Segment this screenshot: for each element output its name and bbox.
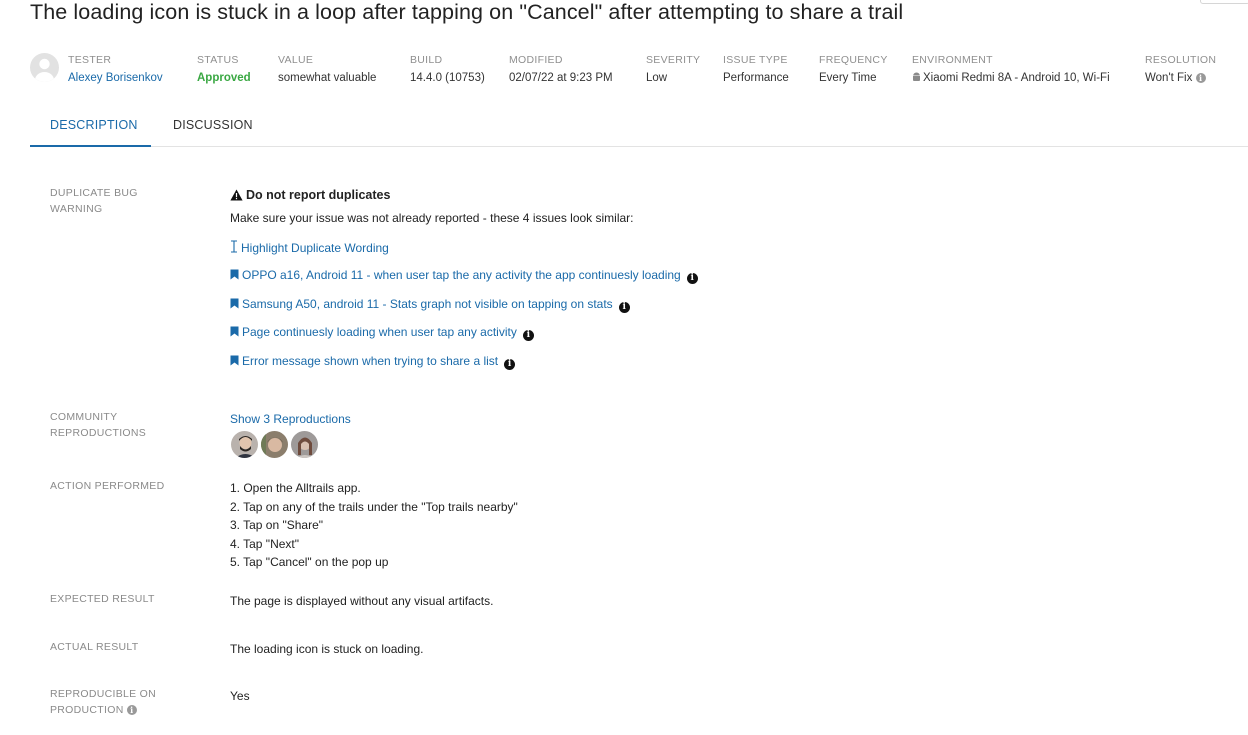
avatar[interactable] (290, 430, 319, 459)
tab-description[interactable]: DESCRIPTION (50, 118, 138, 132)
bookmark-icon (230, 355, 239, 369)
meta-status: STATUS Approved (197, 54, 251, 84)
active-tab-indicator (30, 145, 151, 147)
meta-modified: MODIFIED 02/07/22 at 9:23 PM (509, 54, 613, 84)
meta-environment: ENVIRONMENT Xiaomi Redmi 8A - Android 10… (912, 54, 1110, 86)
issue-info-icon[interactable]: i (686, 273, 698, 284)
step-item: 5. Tap "Cancel" on the pop up (230, 555, 389, 570)
tester-avatar (30, 53, 59, 82)
duplicate-issue-link[interactable]: OPPO a16, Android 11 - when user tap the… (230, 268, 698, 284)
actual-result-value: The loading icon is stuck on loading. (230, 642, 424, 656)
action-steps: 1. Open the Alltrails app. 2. Tap on any… (230, 479, 518, 572)
meta-resolution: RESOLUTION Won't Fix i (1145, 54, 1217, 85)
expected-result-value: The page is displayed without any visual… (230, 594, 494, 608)
actual-result-label: ACTUAL RESULT (50, 641, 139, 653)
bookmark-icon (230, 326, 239, 340)
expected-result-label: EXPECTED RESULT (50, 593, 155, 605)
page-title: The loading icon is stuck in a loop afte… (30, 0, 904, 24)
resolution-info-icon[interactable]: i (1195, 73, 1206, 83)
environment-value: Xiaomi Redmi 8A - Android 10, Wi-Fi (912, 71, 1110, 86)
duplicate-issue-link[interactable]: Page continuesly loading when user tap a… (230, 325, 534, 341)
issue-info-icon[interactable]: i (504, 359, 516, 370)
meta-severity: SEVERITY Low (646, 54, 701, 84)
status-value: Approved (197, 72, 251, 84)
top-right-button-edge[interactable] (1200, 0, 1248, 4)
issue-type-value: Performance (723, 72, 789, 84)
value-value: somewhat valuable (278, 72, 377, 84)
action-performed-label: ACTION PERFORMED (50, 480, 165, 492)
text-cursor-icon (230, 240, 238, 256)
meta-tester: TESTER Alexey Borisenkov (68, 54, 163, 85)
warning-icon (230, 189, 243, 204)
issue-info-icon[interactable]: i (618, 302, 630, 313)
meta-frequency: FREQUENCY Every Time (819, 54, 888, 84)
reproducible-label: REPRODUCIBLE ON PRODUCTION i (50, 688, 157, 716)
reproducible-value: Yes (230, 689, 250, 703)
step-item: 1. Open the Alltrails app. (230, 481, 361, 495)
reproducible-info-icon[interactable]: i (126, 704, 137, 715)
duplicate-warning-text: Make sure your issue was not already rep… (230, 211, 634, 225)
duplicate-issue-link[interactable]: Error message shown when trying to share… (230, 354, 516, 370)
user-placeholder-icon (35, 58, 54, 82)
avatar[interactable] (260, 430, 289, 459)
severity-value: Low (646, 72, 668, 84)
step-item: 4. Tap "Next" (230, 536, 299, 551)
duplicate-warning-label: DUPLICATE BUG WARNING (50, 187, 138, 215)
community-reproductions-label: COMMUNITY REPRODUCTIONS (50, 411, 147, 439)
modified-value: 02/07/22 at 9:23 PM (509, 72, 613, 84)
avatar[interactable] (230, 430, 259, 459)
build-value: 14.4.0 (10753) (410, 72, 485, 84)
meta-issue-type: ISSUE TYPE Performance (723, 54, 789, 84)
show-reproductions-link[interactable]: Show 3 Reproductions (230, 412, 351, 426)
tester-link[interactable]: Alexey Borisenkov (68, 71, 163, 85)
meta-build: BUILD 14.4.0 (10753) (410, 54, 485, 84)
duplicate-issue-link[interactable]: Samsung A50, android 11 - Stats graph no… (230, 297, 630, 313)
android-icon (912, 72, 921, 86)
issue-info-icon[interactable]: i (522, 330, 534, 341)
resolution-value: Won't Fix i (1145, 71, 1216, 85)
frequency-value: Every Time (819, 72, 877, 84)
highlight-duplicate-link[interactable]: Highlight Duplicate Wording (230, 240, 389, 256)
step-item: 2. Tap on any of the trails under the "T… (230, 499, 518, 514)
duplicate-warning-title: Do not report duplicates (230, 188, 390, 204)
step-item: 3. Tap on "Share" (230, 518, 324, 533)
meta-value: VALUE somewhat valuable (278, 54, 377, 84)
bookmark-icon (230, 298, 239, 312)
tabs-divider (30, 146, 1248, 147)
tab-discussion[interactable]: DISCUSSION (173, 118, 253, 132)
bookmark-icon (230, 269, 239, 283)
